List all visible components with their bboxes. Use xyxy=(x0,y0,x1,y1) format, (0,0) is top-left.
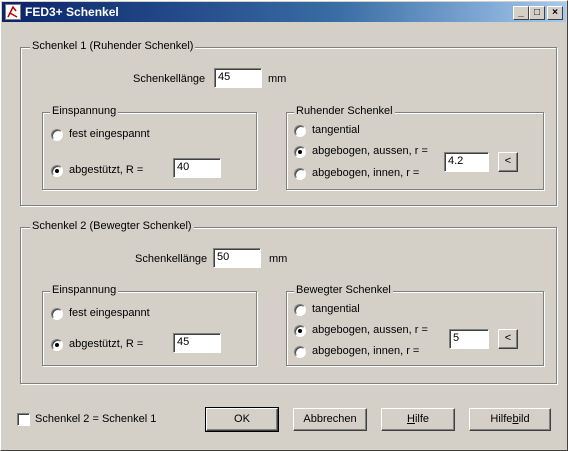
schenkel2-aussen-radio[interactable] xyxy=(294,325,306,337)
schenkel1-fest-label[interactable]: fest eingespannt xyxy=(69,128,150,140)
same-schenkel-checkbox[interactable] xyxy=(17,413,30,426)
schenkel2-R-input[interactable]: 45 xyxy=(173,333,221,353)
hilfebild-label-post: ild xyxy=(518,413,530,425)
app-icon[interactable] xyxy=(5,4,21,20)
schenkel2-group: Schenkel 2 (Bewegter Schenkel) Schenkell… xyxy=(20,220,557,384)
schenkel1-laenge-label: Schenkellänge xyxy=(133,73,206,85)
schenkel1-group: Schenkel 1 (Ruhender Schenkel) Schenkell… xyxy=(20,40,557,206)
schenkel2-abgestuetzt-radio[interactable] xyxy=(51,339,63,351)
minimize-button[interactable]: _ xyxy=(513,6,529,20)
schenkel2-innen-label[interactable]: abgebogen, innen, r = xyxy=(312,345,419,357)
schenkel1-unit: mm xyxy=(268,73,287,85)
abbrechen-button[interactable]: Abbrechen xyxy=(293,408,367,431)
maximize-button[interactable]: □ xyxy=(529,6,545,20)
hilfebild-label-pre: Hilfe xyxy=(490,413,513,425)
hilfe-mnemonic: H xyxy=(406,413,415,425)
schenkel2-aussen-label[interactable]: abgebogen, aussen, r = xyxy=(312,324,428,336)
schenkel1-abgestuetzt-label[interactable]: abgestützt, R = xyxy=(69,164,143,176)
schenkel2-fest-radio[interactable] xyxy=(51,308,63,320)
schenkel2-tangential-label[interactable]: tangential xyxy=(312,303,360,315)
ok-button[interactable]: OK xyxy=(205,407,279,432)
schenkel1-aussen-radio[interactable] xyxy=(294,146,306,158)
close-button[interactable]: × xyxy=(547,6,563,20)
schenkel2-unit: mm xyxy=(269,253,288,265)
schenkel1-innen-label[interactable]: abgebogen, innen, r = xyxy=(312,167,419,179)
dialog-window: FED3+ Schenkel _ □ × Schenkel 1 (Ruhende… xyxy=(0,0,568,451)
schenkel2-laenge-input[interactable]: 50 xyxy=(213,248,261,268)
hilfe-button[interactable]: Hilfe xyxy=(381,408,455,431)
schenkel1-title: Schenkel 1 (Ruhender Schenkel) xyxy=(30,40,196,52)
schenkel1-fest-radio[interactable] xyxy=(51,129,63,141)
schenkel1-einspannung-title: Einspannung xyxy=(50,105,119,117)
schenkel1-tangential-radio[interactable] xyxy=(294,125,306,137)
same-schenkel-label[interactable]: Schenkel 2 = Schenkel 1 xyxy=(35,413,156,425)
schenkel2-r-input[interactable]: 5 xyxy=(449,329,489,349)
schenkel2-arrow-button[interactable]: < xyxy=(498,329,518,349)
schenkel2-schenkel-group: Bewegter Schenkel tangential abgebogen, … xyxy=(286,284,544,366)
schenkel2-laenge-label: Schenkellänge xyxy=(135,253,208,265)
schenkel1-R-input[interactable]: 40 xyxy=(173,158,221,178)
schenkel2-tangential-radio[interactable] xyxy=(294,304,306,316)
schenkel2-einspannung-title: Einspannung xyxy=(50,284,119,296)
schenkel2-einspannung-group: Einspannung fest eingespannt abgestützt,… xyxy=(42,284,257,366)
schenkel1-tangential-label[interactable]: tangential xyxy=(312,124,360,136)
schenkel1-aussen-label[interactable]: abgebogen, aussen, r = xyxy=(312,145,428,157)
schenkel1-schenkel-group: Ruhender Schenkel tangential abgebogen, … xyxy=(286,105,544,190)
schenkel1-einspannung-group: Einspannung fest eingespannt abgestützt,… xyxy=(42,105,257,190)
schenkel2-innen-radio[interactable] xyxy=(294,346,306,358)
schenkel2-schenkel-title: Bewegter Schenkel xyxy=(294,284,393,296)
title-bar[interactable]: FED3+ Schenkel _ □ × xyxy=(2,2,566,22)
schenkel1-r-input[interactable]: 4.2 xyxy=(444,152,489,172)
schenkel2-fest-label[interactable]: fest eingespannt xyxy=(69,307,150,319)
hilfe-label: ilfe xyxy=(414,413,429,425)
schenkel2-abgestuetzt-label[interactable]: abgestützt, R = xyxy=(69,338,143,350)
schenkel1-abgestuetzt-radio[interactable] xyxy=(51,165,63,177)
schenkel1-laenge-input[interactable]: 45 xyxy=(214,68,262,88)
window-title: FED3+ Schenkel xyxy=(25,5,119,19)
schenkel1-arrow-button[interactable]: < xyxy=(498,152,518,172)
schenkel1-innen-radio[interactable] xyxy=(294,168,306,180)
schenkel1-schenkel-title: Ruhender Schenkel xyxy=(294,105,395,117)
hilfebild-button[interactable]: Hilfebild xyxy=(469,408,551,431)
schenkel2-title: Schenkel 2 (Bewegter Schenkel) xyxy=(30,220,194,232)
